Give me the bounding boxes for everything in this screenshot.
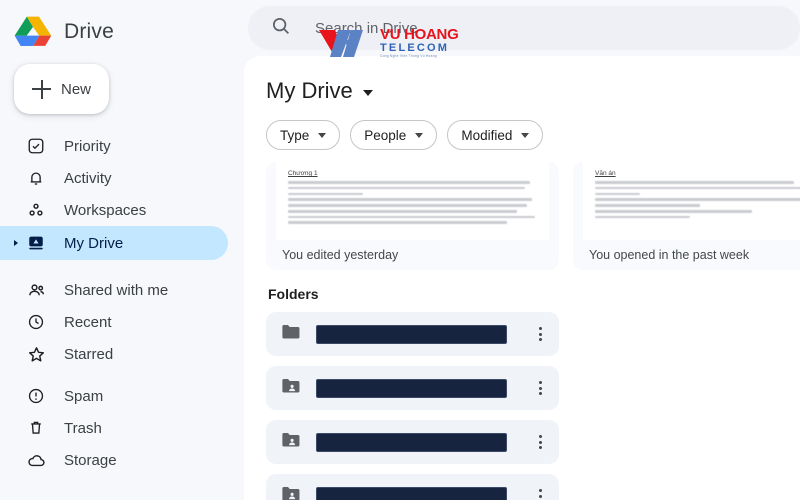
doc-preview: Chương 1 bbox=[276, 162, 549, 240]
sidebar-item-label: Shared with me bbox=[64, 281, 169, 299]
sidebar-item-storage[interactable]: Storage bbox=[0, 444, 240, 476]
star-icon bbox=[26, 344, 46, 364]
sidebar-item-activity[interactable]: Activity bbox=[0, 162, 240, 194]
my-drive-icon bbox=[26, 233, 46, 253]
more-vertical-icon[interactable] bbox=[531, 435, 549, 449]
sidebar-item-label: Starred bbox=[64, 345, 114, 363]
drive-app: Drive New Priority Activity Workspaces M… bbox=[0, 0, 800, 500]
folder-grid bbox=[244, 302, 800, 500]
brand[interactable]: Drive bbox=[0, 0, 240, 52]
shared-folder-icon bbox=[280, 375, 302, 402]
search-icon bbox=[270, 15, 291, 41]
card-status: You opened in the past week bbox=[589, 248, 750, 262]
trash-icon bbox=[26, 418, 46, 438]
bell-icon bbox=[26, 168, 46, 188]
filter-chip-modified[interactable]: Modified bbox=[447, 120, 544, 150]
folder-item[interactable] bbox=[266, 474, 559, 500]
sidebar-item-recent[interactable]: Recent bbox=[0, 306, 240, 338]
more-vertical-icon[interactable] bbox=[531, 381, 549, 395]
filter-chip-label: Modified bbox=[461, 127, 513, 143]
sidebar-item-my-drive[interactable]: My Drive bbox=[0, 226, 228, 260]
brand-name: Drive bbox=[64, 20, 115, 43]
sidebar-item-spam[interactable]: Spam bbox=[0, 380, 240, 412]
more-vertical-icon[interactable] bbox=[531, 327, 549, 341]
sidebar-item-label: Priority bbox=[64, 137, 111, 155]
folders-section-title: Folders bbox=[268, 286, 319, 302]
spam-icon bbox=[26, 386, 46, 406]
plus-icon bbox=[32, 79, 51, 99]
sidebar-item-starred[interactable]: Starred bbox=[0, 338, 240, 370]
sidebar: Drive New Priority Activity Workspaces M… bbox=[0, 0, 240, 500]
folder-name-redacted bbox=[316, 486, 507, 500]
sidebar-item-label: My Drive bbox=[64, 234, 124, 252]
folder-name-redacted bbox=[316, 324, 507, 344]
workspaces-icon bbox=[26, 200, 46, 220]
filter-chip-type[interactable]: Type bbox=[266, 120, 341, 150]
sidebar-item-priority[interactable]: Priority bbox=[0, 130, 240, 162]
clock-icon bbox=[26, 312, 46, 332]
sidebar-item-workspaces[interactable]: Workspaces bbox=[0, 194, 240, 226]
sidebar-item-label: Spam bbox=[64, 387, 104, 405]
sidebar-nav: Priority Activity Workspaces My Drive Sh… bbox=[0, 130, 240, 476]
doc-preview-title: Chương 1 bbox=[288, 170, 318, 177]
cloud-icon bbox=[26, 450, 46, 470]
content-panel: My Drive Type People Modified Chương 1 Y… bbox=[244, 56, 800, 500]
search-placeholder: Search in Drive bbox=[315, 19, 418, 37]
suggested-cards: Chương 1 You edited yesterday Văn án You… bbox=[244, 150, 800, 270]
check-circle-icon bbox=[26, 136, 46, 156]
folder-item[interactable] bbox=[266, 366, 559, 410]
doc-preview: Văn án bbox=[583, 162, 800, 240]
google-drive-logo bbox=[14, 16, 52, 46]
filter-chip-label: People bbox=[364, 127, 407, 143]
chevron-down-icon bbox=[415, 132, 424, 138]
new-button[interactable]: New bbox=[14, 64, 109, 114]
folder-item[interactable] bbox=[266, 420, 559, 464]
sidebar-item-label: Activity bbox=[64, 169, 112, 187]
chevron-down-icon bbox=[521, 132, 530, 138]
top-bar: Search in Drive bbox=[240, 0, 800, 56]
sidebar-item-trash[interactable]: Trash bbox=[0, 412, 240, 444]
page-title-row[interactable]: My Drive bbox=[244, 56, 800, 104]
people-icon bbox=[26, 280, 46, 300]
suggested-card[interactable]: Chương 1 You edited yesterday bbox=[266, 162, 559, 270]
main-area: Search in Drive My Drive Type People Mod… bbox=[240, 0, 800, 500]
card-status: You edited yesterday bbox=[282, 248, 399, 262]
chevron-down-icon[interactable] bbox=[362, 90, 373, 96]
folder-item[interactable] bbox=[266, 312, 559, 356]
new-button-label: New bbox=[61, 80, 92, 98]
page-title: My Drive bbox=[266, 78, 353, 103]
doc-preview-title: Văn án bbox=[595, 170, 616, 177]
search-input[interactable]: Search in Drive bbox=[248, 6, 800, 50]
chevron-down-icon bbox=[318, 132, 327, 138]
chevron-right-icon[interactable] bbox=[14, 240, 18, 246]
shared-folder-icon bbox=[280, 429, 302, 456]
filter-chip-label: Type bbox=[280, 127, 310, 143]
filter-chip-people[interactable]: People bbox=[350, 120, 438, 150]
sidebar-item-shared-with-me[interactable]: Shared with me bbox=[0, 274, 240, 306]
sidebar-item-label: Storage bbox=[64, 451, 117, 469]
folder-name-redacted bbox=[316, 378, 507, 398]
sidebar-item-label: Recent bbox=[64, 313, 112, 331]
more-vertical-icon[interactable] bbox=[531, 489, 549, 500]
suggested-card[interactable]: Văn án You opened in the past week bbox=[573, 162, 800, 270]
sidebar-item-label: Trash bbox=[64, 419, 102, 437]
shared-folder-icon bbox=[280, 483, 302, 500]
folder-icon bbox=[280, 321, 302, 348]
folder-name-redacted bbox=[316, 432, 507, 452]
filter-chips: Type People Modified bbox=[244, 104, 800, 150]
sidebar-item-label: Workspaces bbox=[64, 201, 147, 219]
